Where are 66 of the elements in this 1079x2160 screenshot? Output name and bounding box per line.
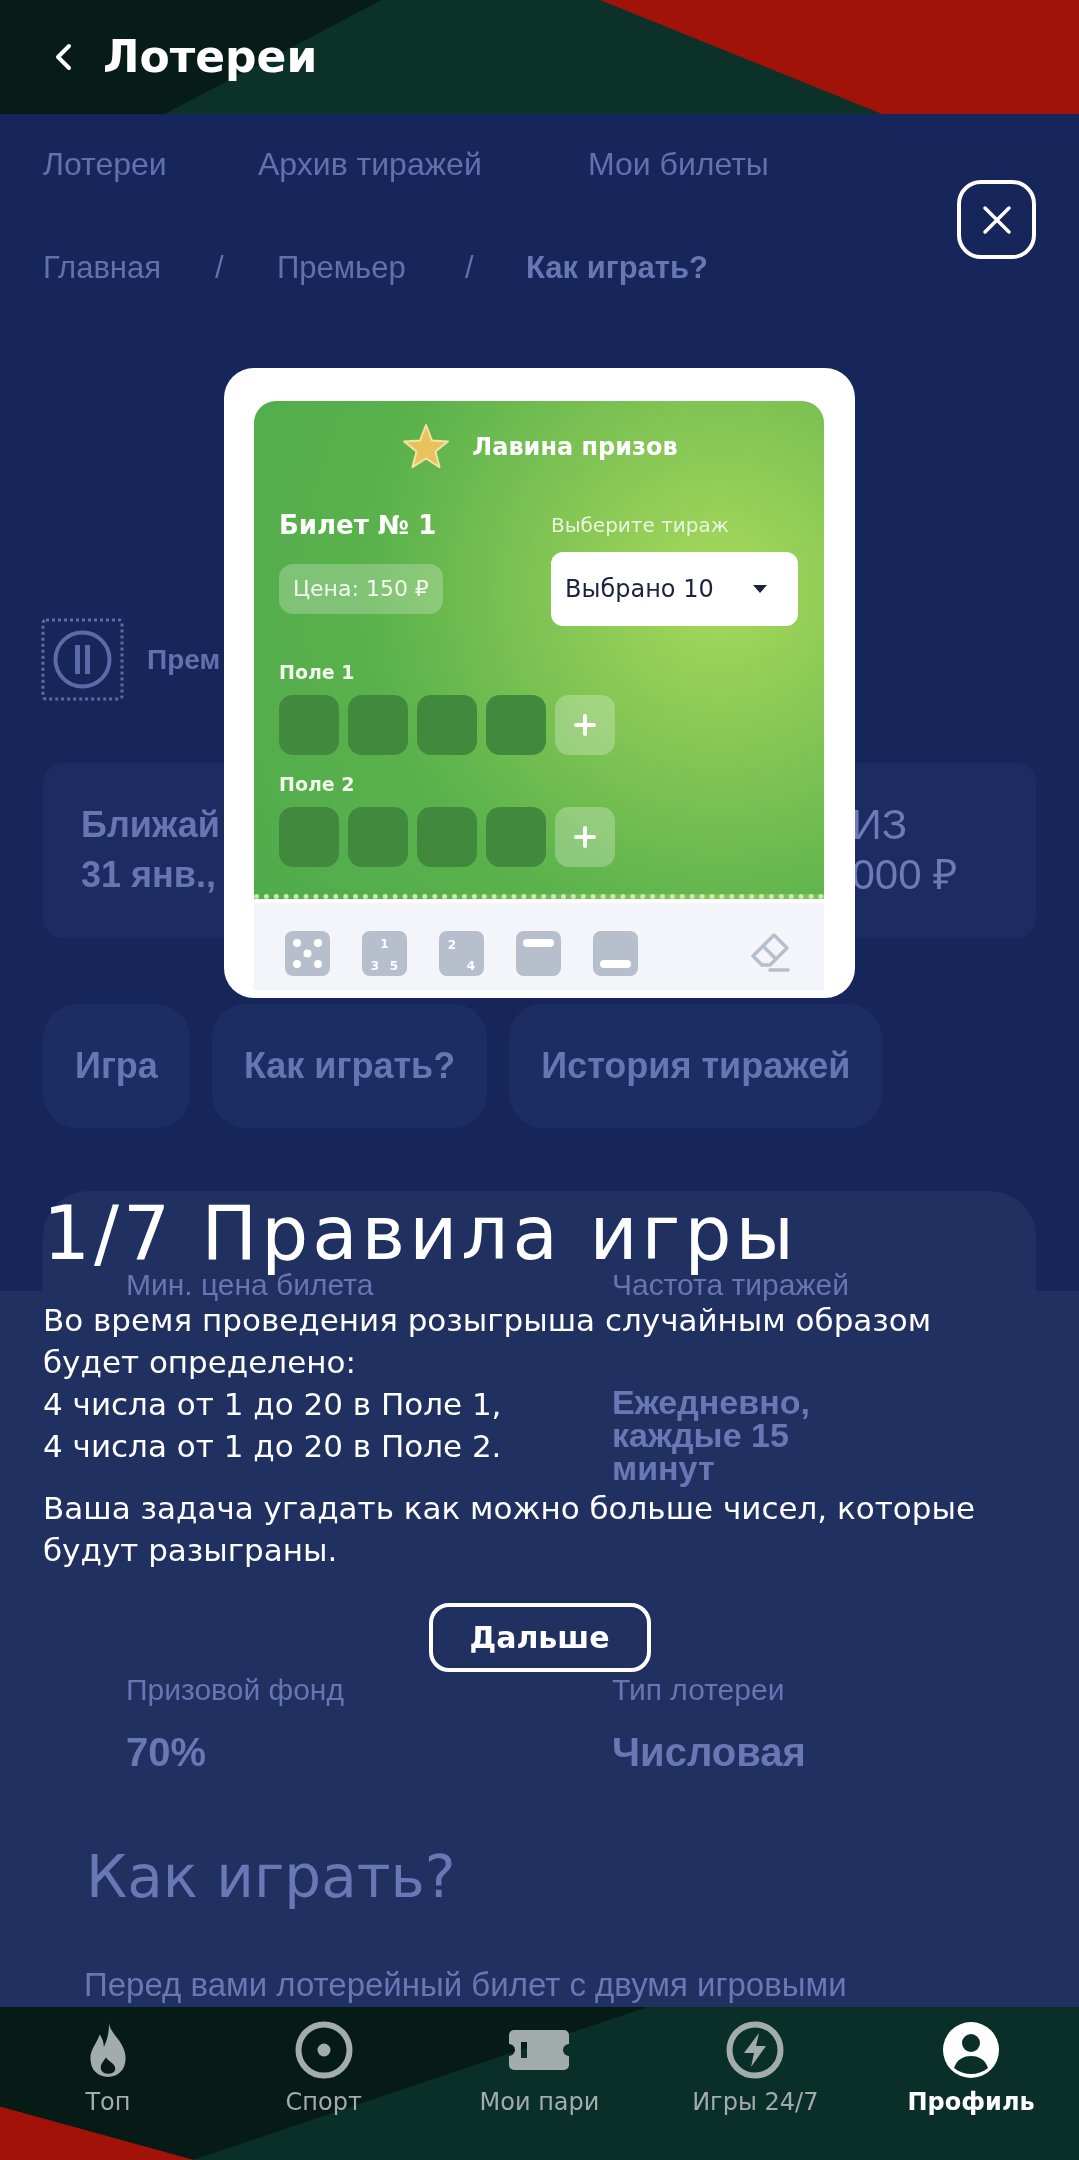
even-numbers-icon[interactable]: 2 4 [439,931,484,976]
plus-icon [574,714,596,736]
nav-item[interactable]: Профиль [907,2021,1035,2117]
page-title: Лотереи [103,30,318,84]
breadcrumb-separator: / [215,249,224,287]
price-tag: Цена: 150 ₽ [279,564,443,614]
stat-value: Ежедневно, каждые 15 минут [612,1386,811,1485]
dice-icon[interactable] [285,931,330,976]
field-label: Поле 2 [279,772,355,797]
plus-icon [574,826,596,848]
lottery-name: Прем [147,642,221,677]
number-slot[interactable] [279,695,339,755]
back-icon[interactable] [54,43,72,71]
add-button[interactable] [555,695,615,755]
number-slot[interactable] [486,695,546,755]
section-tab[interactable]: Мои билеты [588,144,769,184]
info-label: Ближай [81,803,220,847]
number-slot[interactable] [348,807,408,867]
star-icon [401,422,452,471]
nav-item[interactable]: Мои пари [479,2021,600,2117]
ticket-number: Билет № 1 [279,509,437,542]
profile-icon [942,2021,1001,2079]
stat-value: 70% [126,1729,207,1776]
stat-value: Числовая [612,1729,806,1776]
number-slot[interactable] [279,807,339,867]
info-label: ИЗ [851,800,908,850]
tutorial-text: Во время проведения розыгрыша случайным образом будет определено: [43,1301,933,1382]
close-button[interactable] [957,180,1036,259]
odd-numbers-icon[interactable]: 1 3 5 [362,931,407,976]
nav-item[interactable]: Игры 24/7 [692,2021,819,2117]
page-tab[interactable]: Игра [43,1004,190,1128]
top-half-icon[interactable] [516,931,561,976]
info-value: 000 ₽ [851,850,958,900]
caret-icon [753,585,767,593]
breadcrumb-separator: / [465,249,474,287]
tutorial-text: 4 числа от 1 до 20 в Поле 1, [43,1385,502,1424]
ticket-title: Лавина призов [472,431,678,462]
field-label: Поле 1 [279,660,355,685]
nav-item[interactable]: Спорт [285,2021,362,2117]
draw-label: Выберите тираж [551,512,729,539]
breadcrumb-current: Как играть? [526,249,708,287]
number-slot[interactable] [486,807,546,867]
page-tab[interactable]: История тиражей [509,1004,883,1128]
section-tab[interactable]: Лотереи [43,144,167,184]
nav-item[interactable]: Топ [85,2021,131,2117]
info-value: 31 янв., [81,853,216,897]
eraser-icon[interactable] [749,931,791,973]
bottom-half-icon[interactable] [593,931,638,976]
page-tab[interactable]: Как играть? [211,1004,488,1128]
breadcrumb-link[interactable]: Премьер [277,248,406,288]
section-tab[interactable]: Архив тиражей [258,144,482,184]
next-button[interactable]: Дальше [428,1603,651,1672]
section-text: Перед вами лотерейный билет с двумя игровыми [84,1965,848,2005]
draw-dropdown[interactable]: Выбрано 10 [551,552,798,626]
section-heading: Как играть? [86,1842,457,1913]
breadcrumb-link[interactable]: Главная [43,248,161,288]
number-slot[interactable] [417,695,477,755]
stamp-icon [41,618,124,701]
lightning-icon [726,2021,785,2079]
number-slot[interactable] [417,807,477,867]
target-icon [294,2021,353,2079]
close-icon [981,204,1012,235]
tutorial-text: 4 числа от 1 до 20 в Поле 2. [43,1427,502,1466]
tutorial-text: Ваша задача угадать как можно больше чисел, которые будут разыграны. [43,1489,976,1570]
add-button[interactable] [555,807,615,867]
number-slot[interactable] [348,695,408,755]
